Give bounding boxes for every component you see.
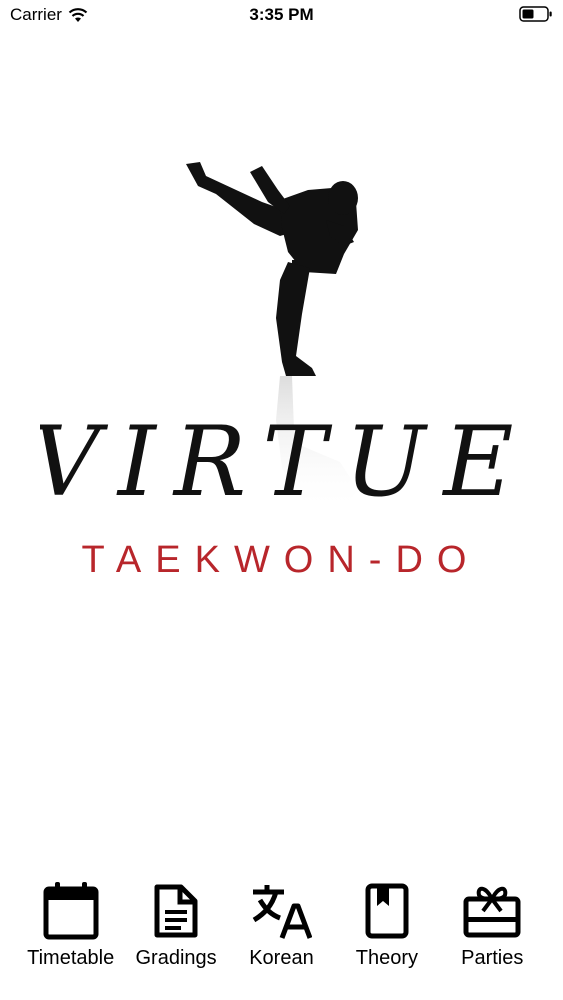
tab-label: Parties	[461, 947, 524, 969]
tab-bar: Timetable Gradings Korean Theory Parties	[0, 878, 563, 990]
tab-label: Korean	[249, 947, 314, 969]
gift-card-icon	[463, 886, 521, 938]
logo-subtitle: TAEKWON-DO	[82, 539, 481, 581]
logo-word: VIRTUE	[40, 406, 523, 518]
tab-timetable[interactable]: Timetable	[21, 878, 121, 990]
kicker-silhouette	[186, 162, 358, 376]
tab-label: Theory	[355, 947, 418, 969]
translate-icon	[253, 885, 313, 939]
book-icon	[365, 883, 409, 939]
status-time: 3:35 PM	[249, 5, 314, 24]
calendar-icon	[43, 882, 99, 940]
document-icon	[154, 884, 198, 938]
tab-label: Gradings	[135, 947, 217, 969]
tab-gradings[interactable]: Gradings	[126, 878, 226, 990]
virtue-taekwondo-logo: VIRTUE TAEKWON-DO	[40, 162, 523, 581]
tab-theory[interactable]: Theory	[337, 878, 437, 990]
status-bar: Carrier 3:35 PM	[0, 0, 563, 30]
tab-parties[interactable]: Parties	[442, 878, 542, 990]
tab-korean[interactable]: Korean	[231, 878, 331, 990]
tab-label: Timetable	[27, 947, 115, 969]
battery-icon	[519, 6, 552, 22]
